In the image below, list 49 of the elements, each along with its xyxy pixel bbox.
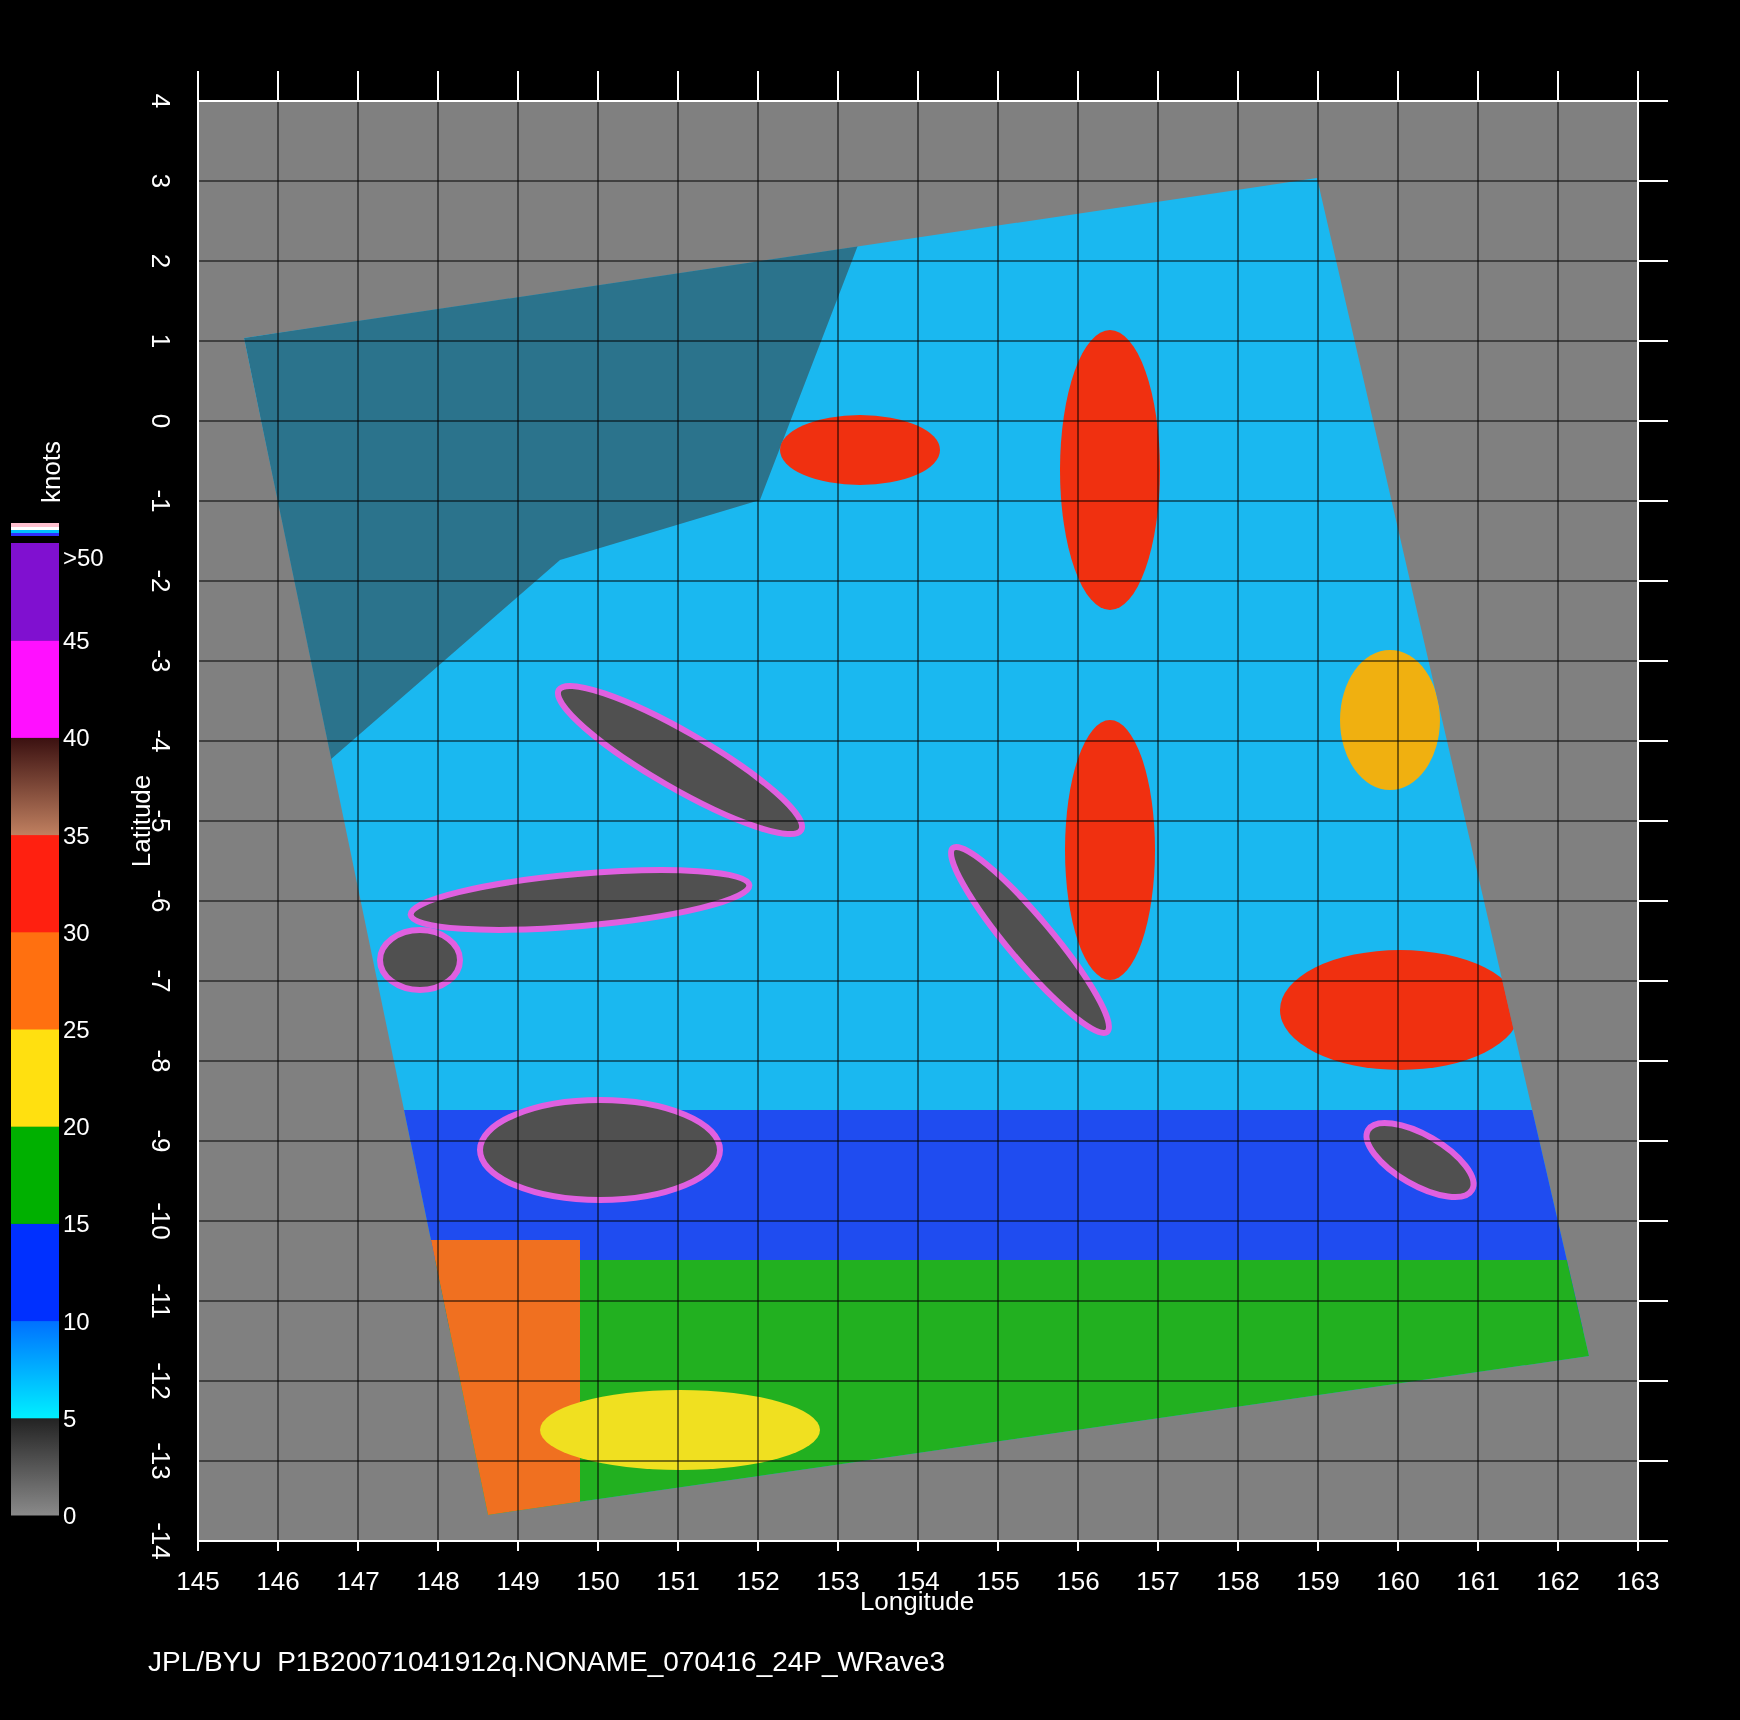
scale-label: 30: [63, 918, 90, 946]
tick-label: 147: [336, 1566, 380, 1596]
tick-label: 0: [146, 413, 176, 429]
scale-label: 45: [63, 627, 90, 655]
tick-label: 155: [976, 1566, 1020, 1596]
tick-label: 161: [1456, 1566, 1500, 1596]
tick-label: 3: [146, 173, 176, 189]
tick-label: 2: [146, 253, 176, 269]
tick-label: -3: [146, 649, 176, 673]
tick-label: 160: [1376, 1566, 1420, 1596]
tick-label: -4: [146, 729, 176, 753]
tick-label: -14: [146, 1522, 176, 1560]
tick-label: 162: [1536, 1566, 1580, 1596]
tick-label: 153: [816, 1566, 860, 1596]
scale-label: 5: [63, 1404, 77, 1432]
tick-label: 157: [1136, 1566, 1180, 1596]
tick-label: 150: [576, 1566, 620, 1596]
tick-label: -1: [146, 489, 176, 513]
tick-label: 152: [736, 1566, 780, 1596]
tick-label: 151: [656, 1566, 700, 1596]
tick-label: 159: [1296, 1566, 1340, 1596]
scale-label: >50: [63, 544, 104, 571]
tick-label: 1: [146, 333, 176, 349]
tick-label: 4: [146, 93, 176, 109]
scale-label: 35: [63, 821, 90, 849]
tick-label: 149: [496, 1566, 540, 1596]
tick-label: 158: [1216, 1566, 1260, 1596]
tick-label: -13: [146, 1442, 176, 1480]
tick-label: 163: [1616, 1566, 1660, 1596]
scale-label: 0: [63, 1502, 77, 1529]
tick-label: -11: [146, 1283, 176, 1319]
scale-unit: knots: [36, 440, 66, 504]
tick-label: 145: [176, 1566, 220, 1596]
tick-label: 148: [416, 1566, 460, 1596]
scale-label: 25: [63, 1016, 90, 1043]
tick-label: -6: [146, 889, 176, 913]
tick-label: -8: [146, 1049, 176, 1073]
scale-label: 20: [63, 1113, 90, 1141]
tick-label: -2: [146, 569, 176, 593]
tick-label: -9: [146, 1129, 176, 1153]
tick-label: -12: [146, 1362, 176, 1400]
tick-label: 156: [1056, 1566, 1100, 1596]
tick-label: -10: [146, 1202, 176, 1240]
scale-label: 40: [63, 724, 90, 752]
scale-label: 10: [63, 1307, 90, 1335]
tick-label: -7: [146, 969, 176, 993]
tick-label: 146: [256, 1566, 300, 1596]
scale-label: 15: [63, 1210, 90, 1238]
footer-caption: JPL/BYU P1B20071041912q.NONAME_070416_24P_WRave3: [148, 1646, 945, 1677]
